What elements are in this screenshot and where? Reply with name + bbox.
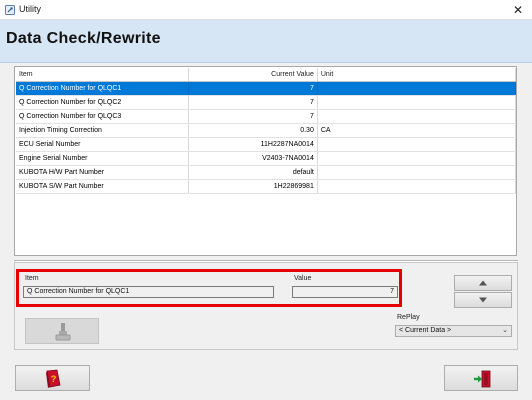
- cell-item: Engine Serial Number: [16, 151, 190, 167]
- table-row[interactable]: ECU Serial Number 11H2287NA0014: [16, 137, 517, 153]
- cell-item: Q Correction Number for QLQC1: [16, 81, 190, 97]
- table-row[interactable]: Injection Timing Correction 0.30 CA: [16, 123, 517, 139]
- page-header: Data Check/Rewrite: [0, 20, 532, 63]
- column-header-current-value[interactable]: Current Value: [188, 68, 318, 83]
- table-row[interactable]: Q Correction Number for QLQC2 7: [16, 95, 517, 111]
- arrow-up-icon: [479, 280, 487, 286]
- item-field: Q Correction Number for QLQC1: [23, 286, 274, 298]
- data-table-panel: Item Current Value Unit Q Correction Num…: [14, 66, 517, 256]
- window-title: Utility: [19, 4, 41, 14]
- table-row[interactable]: KUBOTA H/W Part Number default: [16, 165, 517, 181]
- write-plug-icon: [55, 323, 71, 341]
- cell-item: Q Correction Number for QLQC2: [16, 95, 190, 111]
- cell-item: KUBOTA S/W Part Number: [16, 179, 190, 195]
- write-button[interactable]: [25, 318, 99, 344]
- cell-unit: CA: [317, 123, 517, 139]
- move-down-button[interactable]: [454, 292, 512, 308]
- window-titlebar: Utility ✕: [0, 0, 532, 20]
- help-book-icon: ?: [46, 369, 61, 388]
- cell-current-value: 0.30: [188, 123, 318, 139]
- exit-door-icon: [474, 370, 491, 388]
- chevron-down-icon: ⌄: [502, 327, 508, 334]
- svg-text:?: ?: [51, 374, 57, 384]
- value-label: Value: [294, 275, 312, 282]
- table-row[interactable]: Q Correction Number for QLQC3 7: [16, 109, 517, 125]
- exit-button[interactable]: [444, 365, 518, 391]
- cell-current-value: 7: [188, 109, 318, 125]
- cell-unit: [317, 165, 517, 181]
- cell-unit: [317, 81, 517, 97]
- table-row[interactable]: KUBOTA S/W Part Number 1H22869981: [16, 179, 517, 195]
- column-header-unit[interactable]: Unit: [317, 68, 517, 83]
- cell-current-value: 1H22869981: [188, 179, 318, 195]
- app-icon: [5, 5, 15, 15]
- cell-item: Injection Timing Correction: [16, 123, 190, 139]
- cell-current-value: default: [188, 165, 318, 181]
- cell-item: ECU Serial Number: [16, 137, 190, 153]
- cell-current-value: V2403-7NA0014: [188, 151, 318, 167]
- replay-label: RePlay: [397, 314, 420, 321]
- page-title: Data Check/Rewrite: [6, 30, 161, 47]
- replay-select[interactable]: < Current Data > ⌄: [395, 325, 512, 337]
- arrow-down-icon: [479, 297, 487, 303]
- cell-current-value: 7: [188, 95, 318, 111]
- table-header-row: Item Current Value Unit: [16, 68, 517, 83]
- cell-unit: [317, 137, 517, 153]
- cell-unit: [317, 151, 517, 167]
- help-button[interactable]: ?: [15, 365, 90, 391]
- replay-selected-value: < Current Data >: [399, 327, 452, 334]
- cell-unit: [317, 95, 517, 111]
- cell-unit: [317, 109, 517, 125]
- cell-item: Q Correction Number for QLQC3: [16, 109, 190, 125]
- cell-unit: [317, 179, 517, 195]
- cell-current-value: 7: [188, 81, 318, 97]
- cell-item: KUBOTA H/W Part Number: [16, 165, 190, 181]
- cell-current-value: 11H2287NA0014: [188, 137, 318, 153]
- value-field[interactable]: 7: [292, 286, 398, 298]
- close-icon[interactable]: ✕: [504, 0, 532, 20]
- data-table: Item Current Value Unit Q Correction Num…: [16, 68, 517, 195]
- table-row[interactable]: Q Correction Number for QLQC1 7: [16, 81, 517, 97]
- move-up-button[interactable]: [454, 275, 512, 291]
- table-row[interactable]: Engine Serial Number V2403-7NA0014: [16, 151, 517, 167]
- item-label: Item: [25, 275, 39, 282]
- column-header-item[interactable]: Item: [16, 68, 190, 83]
